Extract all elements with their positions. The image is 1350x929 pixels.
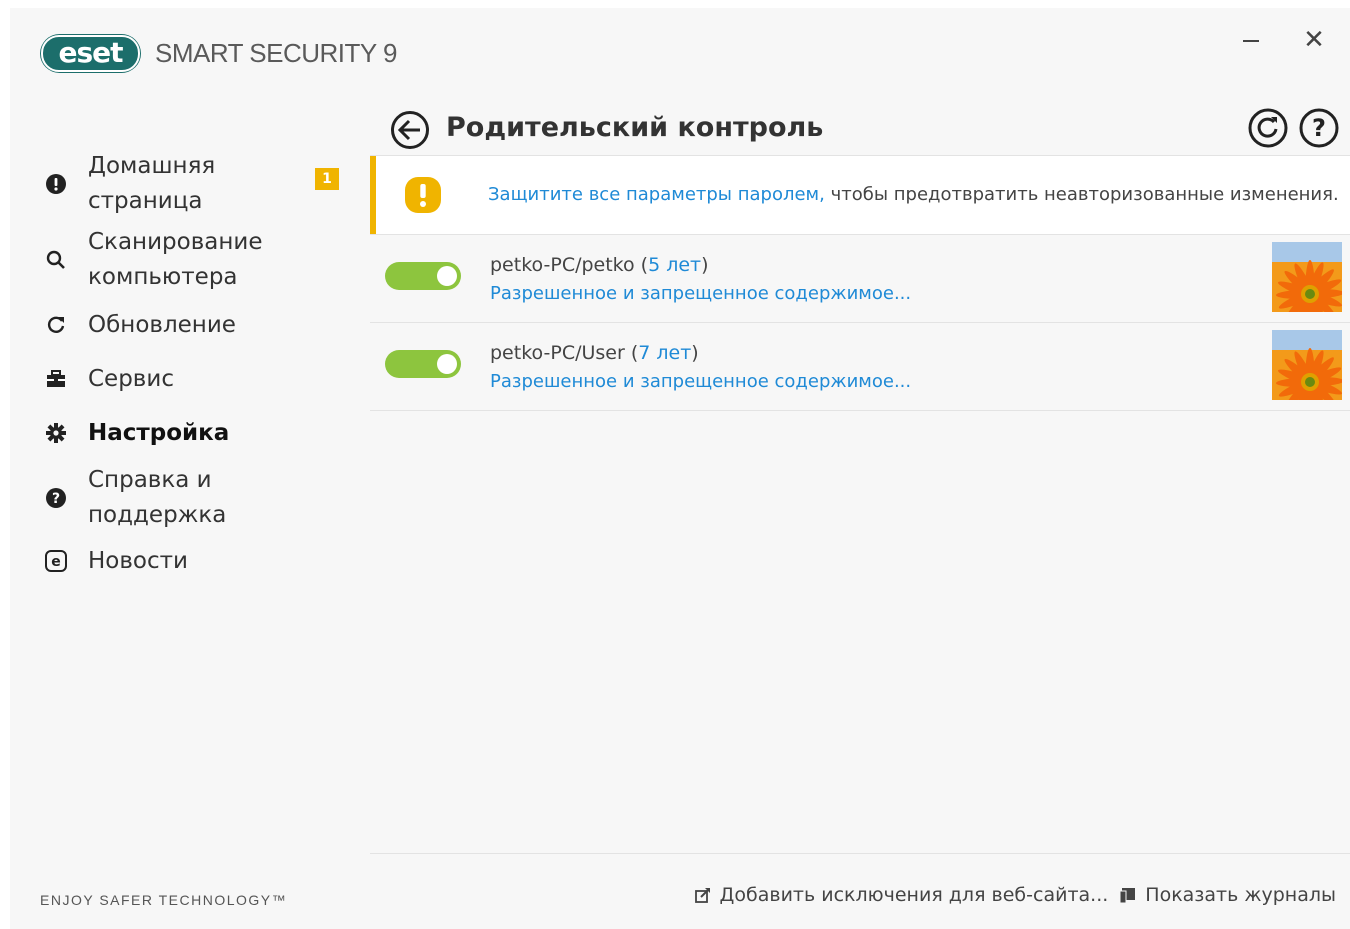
- svg-text:e: e: [51, 554, 61, 570]
- user-row: petko-PC/petko (5 лет) Разрешенное и зап…: [370, 234, 1350, 323]
- show-logs-link[interactable]: Показать журналы: [1118, 884, 1336, 906]
- gear-icon: [40, 417, 72, 449]
- warning-text: чтобы предотвратить неавторизованные изм…: [824, 184, 1339, 205]
- sidebar-item-update[interactable]: Обновление: [40, 298, 350, 352]
- sidebar-item-label: Справка и поддержка: [88, 467, 227, 528]
- password-protect-link[interactable]: Защитите все параметры паролем,: [488, 184, 825, 205]
- user-enable-toggle[interactable]: [385, 262, 461, 290]
- sidebar-item-label: Сканирование компьютера: [88, 229, 263, 290]
- add-website-exclusion-link[interactable]: Добавить исключения для веб-сайта...: [693, 884, 1109, 906]
- sidebar-item-label: Домашняя страница: [88, 153, 216, 214]
- sidebar-item-label: Обновление: [88, 311, 236, 338]
- add-website-exclusion-label: Добавить исключения для веб-сайта...: [719, 884, 1109, 906]
- back-arrow-icon[interactable]: [390, 110, 430, 150]
- footer-divider: [370, 853, 1350, 854]
- product-name: SMART SECURITY 9: [155, 38, 397, 68]
- user-age-link[interactable]: 7 лет: [638, 342, 691, 364]
- password-warning-panel: Защитите все параметры паролем, чтобы пр…: [370, 155, 1350, 235]
- toggle-knob: [437, 266, 457, 286]
- minimize-icon: [1243, 40, 1259, 42]
- svg-text:?: ?: [1312, 114, 1326, 142]
- show-logs-label: Показать журналы: [1145, 884, 1336, 906]
- svg-text:?: ?: [52, 491, 60, 507]
- warning-message: Защитите все параметры паролем, чтобы пр…: [488, 184, 1339, 205]
- toolbox-icon: [40, 363, 72, 395]
- search-icon: [40, 244, 72, 276]
- minimize-button[interactable]: [1231, 22, 1271, 58]
- close-button[interactable]: ✕: [1294, 22, 1334, 58]
- sidebar-item-tools[interactable]: Сервис: [40, 352, 350, 406]
- user-age-link[interactable]: 5 лет: [648, 254, 701, 276]
- log-icon: [1118, 885, 1138, 905]
- sidebar-item-scan[interactable]: Сканирование компьютера: [40, 222, 350, 298]
- question-icon: ?: [40, 482, 72, 514]
- allowed-blocked-content-link[interactable]: Разрешенное и запрещенное содержимое...: [490, 283, 911, 304]
- notification-badge: 1: [315, 168, 339, 190]
- sidebar-item-news[interactable]: e Новости: [40, 536, 350, 586]
- toggle-knob: [437, 354, 457, 374]
- tagline: ENJOY SAFER TECHNOLOGY™: [40, 892, 288, 908]
- user-avatar: [1272, 330, 1342, 400]
- refresh-icon[interactable]: [1247, 107, 1289, 149]
- external-edit-icon: [693, 885, 713, 905]
- sidebar-item-label: Новости: [88, 547, 188, 574]
- sidebar-item-setup[interactable]: Настройка: [40, 406, 350, 460]
- sidebar-item-home[interactable]: Домашняя страница 1: [40, 146, 350, 222]
- allowed-blocked-content-link[interactable]: Разрешенное и запрещенное содержимое...: [490, 371, 911, 392]
- news-icon: e: [40, 545, 72, 577]
- page-header: Родительский контроль ?: [390, 104, 1350, 159]
- help-icon[interactable]: ?: [1298, 107, 1340, 149]
- sidebar-item-label: Настройка: [88, 419, 230, 446]
- sidebar-nav: Домашняя страница 1 Сканирование компьют…: [40, 146, 350, 586]
- sidebar-item-help[interactable]: ? Справка и поддержка: [40, 460, 350, 536]
- sidebar-item-label: Сервис: [88, 365, 174, 392]
- warning-accent-bar: [370, 156, 376, 234]
- user-row: petko-PC/User (7 лет) Разрешенное и запр…: [370, 322, 1350, 411]
- user-avatar: [1272, 242, 1342, 312]
- footer-actions: Добавить исключения для веб-сайта... Пок…: [693, 884, 1336, 906]
- user-account-name: petko-PC/petko (5 лет): [490, 254, 709, 276]
- user-account-name: petko-PC/User (7 лет): [490, 342, 699, 364]
- warning-icon: [404, 176, 442, 214]
- user-enable-toggle[interactable]: [385, 350, 461, 378]
- app-window: eset SMART SECURITY 9 ✕ Домашняя страниц…: [10, 8, 1350, 929]
- refresh-icon: [40, 309, 72, 341]
- alert-circle-icon: [40, 168, 72, 200]
- eset-logo: eset: [40, 34, 141, 73]
- page-title: Родительский контроль: [446, 112, 824, 143]
